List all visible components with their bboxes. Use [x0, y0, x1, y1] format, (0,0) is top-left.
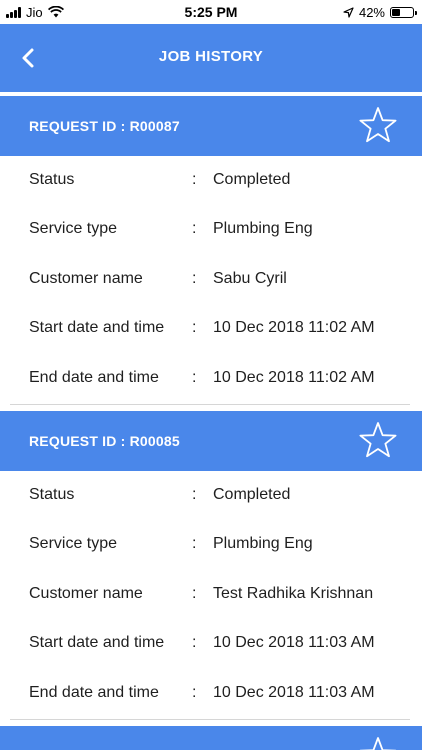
field-separator: :	[192, 368, 197, 386]
field-separator: :	[192, 220, 197, 238]
field-label: Customer name	[29, 584, 143, 602]
detail-row-end-time: End date and time : 10 Dec 2018 11:03 AM	[0, 670, 422, 719]
status-bar: Jio 5:25 PM 42%	[0, 0, 422, 24]
detail-row-customer-name: Customer name : Test Radhika Krishnan	[0, 571, 422, 620]
location-arrow-icon	[343, 6, 354, 18]
request-id: REQUEST ID : R00085	[29, 432, 180, 449]
field-separator: :	[192, 485, 197, 503]
field-value: 10 Dec 2018 11:03 AM	[213, 683, 375, 701]
request-id: REQUEST ID : R00087	[29, 118, 180, 134]
detail-row-status: Status : Completed	[0, 157, 422, 206]
job-history-list: REQUEST ID : R00087 Status : Completed S…	[0, 92, 422, 750]
field-separator: :	[192, 171, 197, 188]
field-value: Completed	[213, 171, 291, 188]
field-value: 10 Dec 2018 11:03 AM	[213, 634, 375, 652]
detail-row-start-time: Start date and time : 10 Dec 2018 11:02 …	[0, 305, 422, 354]
field-label: Customer name	[29, 269, 143, 287]
field-value: 10 Dec 2018 11:02 AM	[213, 319, 375, 337]
field-separator: :	[192, 634, 197, 652]
detail-row-customer-name: Customer name : Sabu Cyril	[0, 256, 422, 305]
field-separator: :	[192, 319, 197, 337]
job-card-header-partial[interactable]	[0, 725, 422, 750]
field-label: End date and time	[29, 368, 159, 386]
battery-icon	[390, 6, 417, 18]
job-details: Status : Completed Service type : Plumbi…	[0, 471, 422, 719]
field-separator: :	[192, 269, 197, 287]
detail-row-end-time: End date and time : 10 Dec 2018 11:02 AM	[0, 355, 422, 404]
field-label: Service type	[29, 535, 118, 553]
detail-row-start-time: Start date and time : 10 Dec 2018 11:03 …	[0, 620, 422, 669]
detail-row-service-type: Service type : Plumbing Eng	[0, 206, 422, 255]
field-value: Plumbing Eng	[213, 220, 313, 238]
job-card-header: REQUEST ID : R00087	[0, 96, 422, 156]
job-card-header: REQUEST ID : R00085	[0, 410, 422, 471]
job-card[interactable]: REQUEST ID : R00085 Status : Completed S…	[0, 410, 422, 720]
field-label: Status	[29, 171, 75, 188]
field-label: Start date and time	[29, 634, 165, 652]
field-value: Plumbing Eng	[213, 535, 313, 553]
field-separator: :	[192, 584, 197, 602]
battery-percent: 42%	[358, 4, 385, 20]
page-title: JOB HISTORY	[158, 48, 264, 65]
battery-level-fill	[392, 8, 401, 16]
field-value: Test Radhika Krishnan	[213, 584, 374, 602]
navigation-bar: JOB HISTORY	[0, 24, 422, 92]
star-outline-icon[interactable]	[358, 736, 398, 750]
field-separator: :	[192, 535, 197, 553]
field-label: Service type	[29, 220, 118, 238]
field-separator: :	[192, 683, 197, 701]
job-card[interactable]: REQUEST ID : R00087 Status : Completed S…	[0, 96, 422, 405]
detail-row-service-type: Service type : Plumbing Eng	[0, 521, 422, 570]
field-label: Status	[29, 485, 75, 503]
field-value: Completed	[213, 485, 291, 503]
job-details: Status : Completed Service type : Plumbi…	[0, 156, 422, 404]
status-bar-right: 42%	[343, 4, 417, 20]
field-value: 10 Dec 2018 11:02 AM	[213, 368, 375, 386]
star-outline-icon[interactable]	[358, 106, 398, 144]
field-label: Start date and time	[29, 319, 165, 337]
field-label: End date and time	[29, 683, 159, 701]
field-value: Sabu Cyril	[213, 269, 287, 287]
detail-row-status: Status : Completed	[0, 472, 422, 521]
star-outline-icon[interactable]	[358, 421, 398, 459]
